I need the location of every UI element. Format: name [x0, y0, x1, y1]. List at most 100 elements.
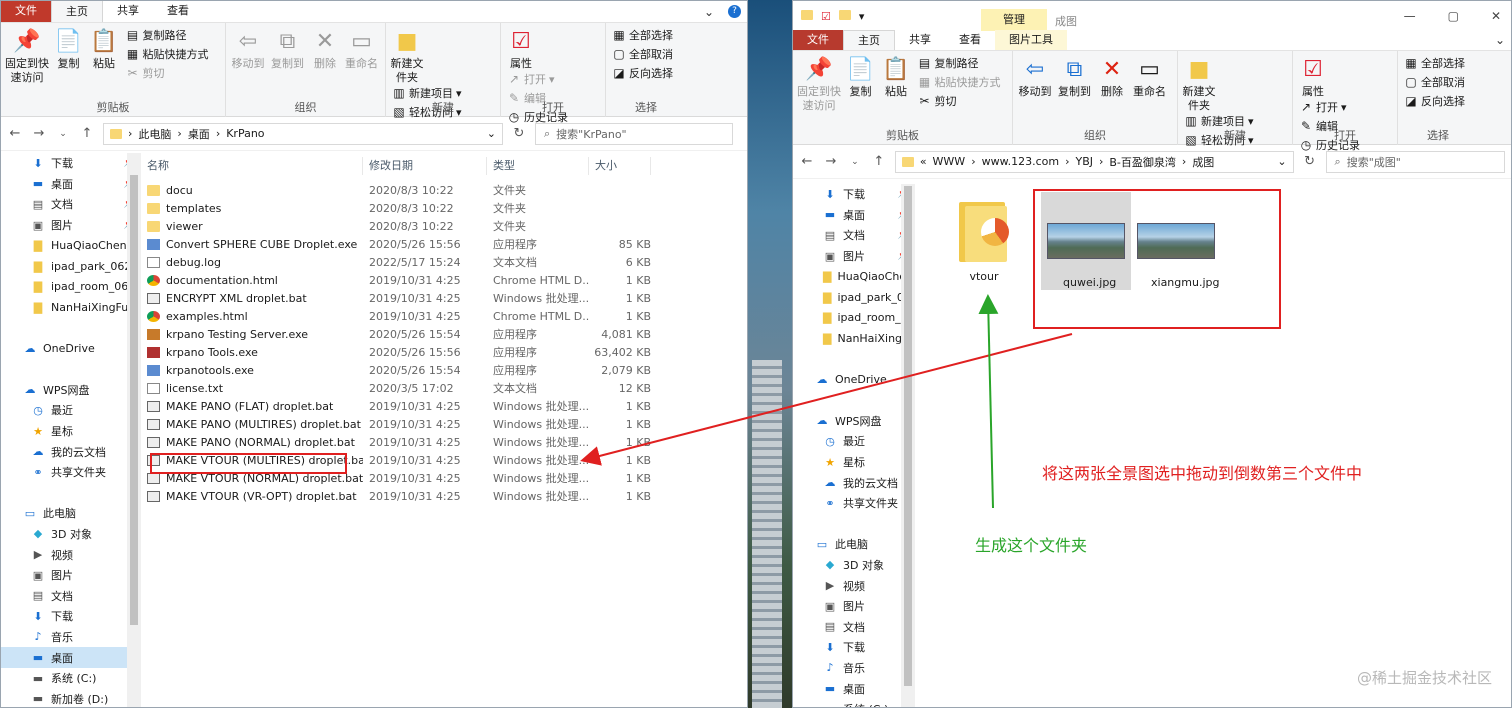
nav-item[interactable]: ⬇ 下载 — [793, 637, 915, 658]
nav-item[interactable]: ☁ 我的云文档 — [1, 441, 141, 462]
close-icon[interactable]: ✕ — [1491, 9, 1501, 23]
nav-item[interactable]: ☁ OneDrive — [1, 338, 141, 359]
minimize-icon[interactable]: — — [1404, 9, 1416, 23]
recent-locations-icon[interactable]: ⌄ — [847, 157, 863, 167]
open-button[interactable]: ↗ 打开 ▾ — [1299, 99, 1360, 115]
tab-file[interactable]: 文件 — [1, 1, 51, 22]
open-button[interactable]: ↗ 打开 ▾ — [507, 71, 568, 87]
new-folder-button[interactable]: ■ 新建文件夹 — [1182, 55, 1216, 113]
invert-selection-button[interactable]: ◪ 反向选择 — [1404, 93, 1465, 109]
column-date[interactable]: 修改日期 — [363, 157, 487, 175]
file-row[interactable]: debug.log 2022/5/17 15:24 文本文档 6 KB — [141, 253, 747, 271]
nav-item[interactable]: ⬇下载📌 — [793, 184, 915, 205]
file-row[interactable]: viewer 2020/8/3 10:22 文件夹 — [141, 217, 747, 235]
chevron-down-icon[interactable]: ⌄ — [487, 127, 496, 140]
nav-item[interactable]: ▇ NanHaiXingFuC — [1, 297, 141, 318]
nav-item[interactable]: ▇ipad_room_062( — [793, 308, 915, 329]
address-bar[interactable]: « WWW › www.123.com › YBJ › B-百盈御泉湾 › 成图… — [894, 150, 1294, 173]
chevron-down-icon[interactable]: ⌄ — [1495, 33, 1505, 47]
nav-item[interactable]: ☁ WPS网盘 — [793, 411, 915, 432]
nav-scrollbar[interactable] — [127, 153, 141, 707]
paste-shortcut-button[interactable]: ▦ 粘贴快捷方式 — [918, 74, 1001, 90]
file-row[interactable]: MAKE PANO (MULTIRES) droplet.bat 2019/10/… — [141, 415, 747, 433]
new-folder-icon[interactable] — [838, 10, 851, 20]
overflow-chevron-icon[interactable]: « — [920, 155, 927, 168]
copy-to-button[interactable]: ⧉ 复制到 — [270, 27, 306, 71]
back-arrow-icon[interactable]: ← — [799, 154, 815, 169]
nav-item[interactable]: ▬ 桌面 — [793, 678, 915, 699]
up-arrow-icon[interactable]: ↑ — [79, 126, 95, 141]
file-row[interactable]: MAKE VTOUR (VR-OPT) droplet.bat 2019/10/3… — [141, 487, 747, 505]
breadcrumb-item[interactable]: KrPano — [226, 127, 264, 140]
back-arrow-icon[interactable]: ← — [7, 126, 23, 141]
nav-item[interactable]: ⚭ 共享文件夹 — [1, 462, 141, 483]
scrollbar-thumb[interactable] — [904, 186, 912, 686]
file-row[interactable]: docu 2020/8/3 10:22 文件夹 — [141, 181, 747, 199]
column-name[interactable]: 名称 — [141, 157, 363, 175]
tab-share[interactable]: 共享 — [103, 1, 153, 22]
nav-item[interactable]: ⬇ 下载 — [1, 606, 141, 627]
tab-home[interactable]: 主页 — [843, 30, 895, 50]
properties-button[interactable]: ☑ 属性 — [1297, 55, 1329, 99]
breadcrumb-item[interactable]: 成图 — [1192, 154, 1214, 170]
file-row[interactable]: templates 2020/8/3 10:22 文件夹 — [141, 199, 747, 217]
tab-file[interactable]: 文件 — [793, 30, 843, 50]
help-icon[interactable]: ? — [728, 5, 741, 18]
invert-selection-button[interactable]: ◪ 反向选择 — [612, 65, 673, 81]
tab-home[interactable]: 主页 — [51, 1, 103, 22]
pin-quick-access-button[interactable]: 📌 固定到快速访问 — [5, 27, 49, 85]
nav-item[interactable]: ♪ 音乐 — [793, 658, 915, 679]
column-size[interactable]: 大小 — [589, 157, 651, 175]
cut-button[interactable]: ✂ 剪切 — [918, 93, 1001, 109]
paste-button[interactable]: 📋 粘贴 — [880, 55, 912, 99]
file-row[interactable]: documentation.html 2019/10/31 4:25 Chrome … — [141, 271, 747, 289]
nav-item[interactable]: ▇ HuaQiaoCheng — [793, 266, 915, 287]
nav-item[interactable]: ☁ OneDrive — [793, 369, 915, 390]
select-all-button[interactable]: ▦ 全部选择 — [1404, 55, 1465, 71]
properties-icon[interactable]: ☑ — [821, 10, 831, 23]
nav-item[interactable]: ▤ 文档 — [793, 616, 915, 637]
nav-item[interactable]: ☁ WPS网盘 — [1, 380, 141, 401]
file-row[interactable]: ENCRYPT XML droplet.bat 2019/10/31 4:25 Wi… — [141, 289, 747, 307]
nav-item[interactable]: ⬇下载📌 — [1, 153, 141, 174]
tab-share[interactable]: 共享 — [895, 30, 945, 50]
customize-toolbar-icon[interactable]: ▾ — [859, 10, 865, 23]
breadcrumb-item[interactable]: YBJ — [1075, 155, 1093, 168]
copy-button[interactable]: 📄 复制 — [53, 27, 85, 71]
paste-button[interactable]: 📋 粘贴 — [88, 27, 120, 71]
delete-button[interactable]: ✕ 删除 — [1096, 55, 1128, 99]
nav-item[interactable]: ★ 星标 — [793, 452, 915, 473]
file-row[interactable]: MAKE PANO (FLAT) droplet.bat 2019/10/31 4… — [141, 397, 747, 415]
new-folder-button[interactable]: ■ 新建文件夹 — [390, 27, 424, 85]
rename-button[interactable]: ▭ 重命名 — [1132, 55, 1168, 99]
scrollbar-thumb[interactable] — [130, 175, 138, 625]
nav-item[interactable]: ◷ 最近 — [793, 431, 915, 452]
copy-button[interactable]: 📄 复制 — [845, 55, 877, 99]
nav-item[interactable]: ▶ 视频 — [793, 575, 915, 596]
nav-item[interactable]: ◷ 最近 — [1, 400, 141, 421]
nav-item[interactable]: ▶ 视频 — [1, 544, 141, 565]
nav-item[interactable]: ▇ NanHaiXingFuC — [793, 328, 915, 349]
file-row[interactable]: examples.html 2019/10/31 4:25 Chrome HTML … — [141, 307, 747, 325]
up-arrow-icon[interactable]: ↑ — [871, 154, 887, 169]
move-to-button[interactable]: ⇦ 移动到 — [1017, 55, 1053, 99]
breadcrumb-item[interactable]: 此电脑 — [138, 126, 171, 142]
refresh-icon[interactable]: ↻ — [1302, 154, 1318, 169]
nav-item[interactable]: ▤ 文档 — [1, 585, 141, 606]
nav-item[interactable]: ◆ 3D 对象 — [793, 555, 915, 576]
copy-to-button[interactable]: ⧉ 复制到 — [1057, 55, 1093, 99]
copy-path-button[interactable]: ▤ 复制路径 — [126, 27, 209, 43]
nav-item[interactable]: ♪ 音乐 — [1, 627, 141, 648]
recent-locations-icon[interactable]: ⌄ — [55, 129, 71, 139]
select-none-button[interactable]: ▢ 全部取消 — [612, 46, 673, 62]
nav-item[interactable]: ▇ipad_room_062( — [1, 277, 141, 298]
select-none-button[interactable]: ▢ 全部取消 — [1404, 74, 1465, 90]
copy-path-button[interactable]: ▤ 复制路径 — [918, 55, 1001, 71]
move-to-button[interactable]: ⇦ 移动到 — [230, 27, 266, 71]
nav-item[interactable]: ▬桌面📌 — [793, 205, 915, 226]
breadcrumb-item[interactable]: www.123.com — [982, 155, 1059, 168]
select-all-button[interactable]: ▦ 全部选择 — [612, 27, 673, 43]
nav-scrollbar[interactable] — [901, 184, 915, 707]
nav-item[interactable]: ▬ 桌面 — [1, 647, 141, 668]
pin-quick-access-button[interactable]: 📌 固定到快速访问 — [797, 55, 841, 113]
